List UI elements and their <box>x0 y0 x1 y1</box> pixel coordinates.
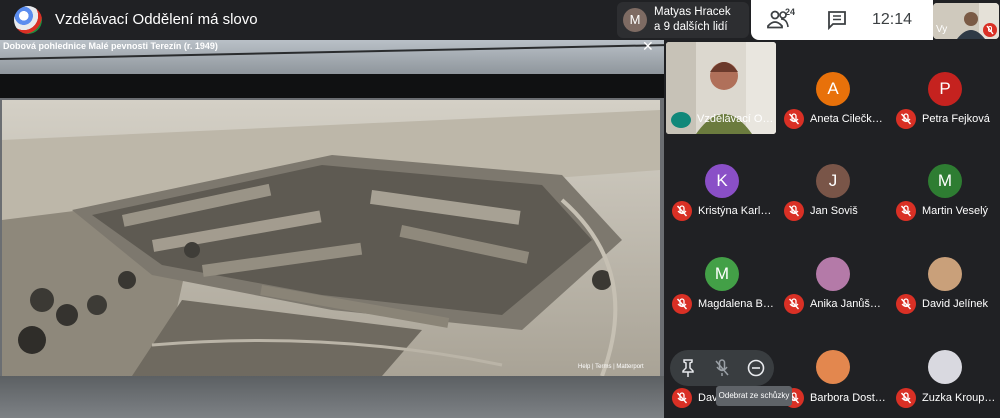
chat-button[interactable] <box>824 8 850 32</box>
participant-name: Martin Veselý <box>922 205 989 217</box>
join-name: Matyas Hracek <box>654 6 731 18</box>
matterport-footer[interactable]: Help | Terms | Matterport <box>578 364 644 370</box>
participant-name: Kristýna Karl… <box>698 205 772 217</box>
mic-off-icon <box>784 294 804 314</box>
participant-avatar: P <box>928 72 962 106</box>
mic-off-icon <box>896 388 916 408</box>
participant-name: Vzdělávací O… <box>697 113 774 125</box>
participant-avatar: A <box>816 72 850 106</box>
participant-photo-avatar <box>816 257 850 291</box>
participant-name: Magdalena B… <box>698 298 774 310</box>
meeting-title: Vzdělávací Oddělení má slovo <box>55 11 258 28</box>
participant-name: Jan Soviš <box>810 205 858 217</box>
participant-photo-avatar <box>928 350 962 384</box>
pin-icon <box>682 359 694 377</box>
meeting-logo-icon <box>14 6 42 34</box>
fortress-postcard-image <box>2 100 660 376</box>
participant-name: David Jelínek <box>922 298 989 310</box>
participant-name: Anika Janůš… <box>810 298 881 310</box>
join-notification[interactable]: M Matyas Hracek a 9 dalších lidí <box>617 2 749 38</box>
mic-off-icon <box>896 109 916 129</box>
people-count: 24 <box>785 7 796 17</box>
participant-avatar: J <box>816 164 850 198</box>
participant-avatar: M <box>928 164 962 198</box>
mic-off-outline-icon <box>715 359 729 376</box>
participant-name: Zuzka Kroup… <box>922 392 996 404</box>
join-more: a 9 dalších lidí <box>654 21 728 33</box>
participant-photo-avatar <box>816 350 850 384</box>
mic-off-icon <box>784 201 804 221</box>
participant-photo-avatar <box>928 257 962 291</box>
participant-avatar: K <box>705 164 739 198</box>
postcard-title: Dobová pohlednice Malé pevnosti Terezín … <box>3 41 218 51</box>
self-mic-off-icon <box>983 23 997 37</box>
shared-screen <box>0 40 664 418</box>
mic-off-icon <box>672 294 692 314</box>
participant-name: Aneta Cilečk… <box>810 113 883 125</box>
remove-circle-icon <box>747 359 765 377</box>
mic-off-icon <box>896 201 916 221</box>
mic-off-icon <box>672 201 692 221</box>
participant-name: Barbora Dost… <box>810 392 886 404</box>
speaking-indicator-icon <box>671 112 691 128</box>
join-avatar: M <box>623 8 647 32</box>
remove-tooltip: Odebrat ze schůzky <box>716 386 792 406</box>
participant-name: Petra Fejková <box>922 113 990 125</box>
pin-button[interactable] <box>676 356 700 380</box>
clock: 12:14 <box>872 11 913 28</box>
screen-bottom-strip <box>0 376 664 418</box>
mute-participant-button[interactable] <box>710 356 734 380</box>
chat-icon <box>828 11 846 31</box>
mic-off-icon <box>672 388 692 408</box>
remove-participant-button[interactable] <box>744 356 768 380</box>
viewer-close-icon[interactable]: ✕ <box>642 38 654 55</box>
mic-off-icon <box>896 294 916 314</box>
self-view-label: Vy <box>936 24 948 35</box>
participant-avatar: M <box>705 257 739 291</box>
mic-off-icon <box>784 109 804 129</box>
image-viewer-bar <box>0 74 664 98</box>
